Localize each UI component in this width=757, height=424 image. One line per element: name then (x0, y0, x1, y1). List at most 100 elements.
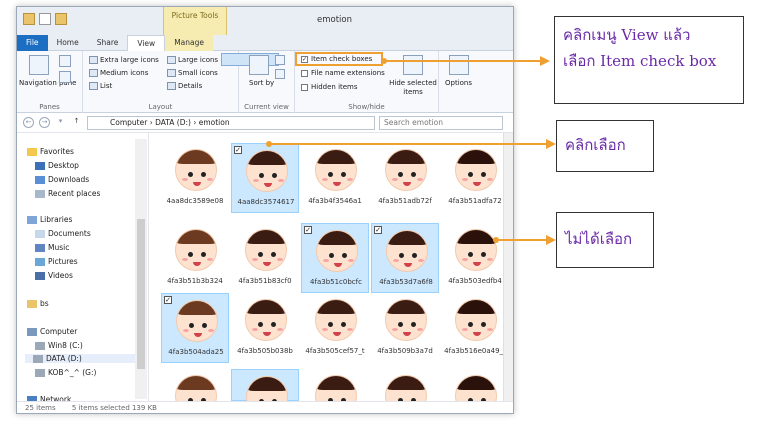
file-thumbnail[interactable]: 4fa3b51adfa72 (441, 143, 509, 213)
file-thumbnail[interactable] (301, 369, 369, 413)
file-thumbnail[interactable]: ✓ 4fa3b504ada25 (161, 293, 229, 363)
file-thumbnail[interactable] (231, 369, 299, 413)
emoticon-mouth (333, 182, 341, 186)
emoticon-blush (417, 328, 423, 331)
emoticon-mouth (264, 183, 272, 187)
file-name-label: 4aa8dc3589e08 (166, 197, 224, 205)
file-thumbnail[interactable]: 4fa3b4f3546a1 (301, 143, 369, 213)
nav-win8-drive[interactable]: Win8 (C:) (35, 341, 83, 350)
tab-file[interactable]: File (17, 35, 48, 51)
up-arrow-icon[interactable]: ↑ (71, 117, 82, 128)
nav-scrollbar[interactable] (135, 139, 147, 399)
desktop-icon (35, 162, 45, 170)
file-thumbnail[interactable]: ✓ 4aa8dc3574617 (231, 143, 299, 213)
nav-scrollbar-thumb[interactable] (137, 219, 145, 369)
emoticon-image (316, 230, 358, 272)
emoticon-eye (328, 172, 333, 177)
nav-bs[interactable]: bs (27, 299, 49, 308)
emoticon-eye (411, 322, 416, 327)
nav-favorites[interactable]: Favorites (27, 147, 74, 156)
emoticon-image (315, 299, 357, 341)
emoticon-hair (316, 300, 356, 314)
file-grid-scrollbar[interactable] (503, 133, 513, 401)
item-check-boxes-toggle[interactable]: ✓ Item check boxes (301, 55, 372, 63)
file-name-label: 4fa3b51b3b324 (167, 277, 223, 285)
new-folder-icon[interactable] (55, 13, 67, 25)
nav-computer[interactable]: Computer (27, 327, 77, 336)
item-checkbox[interactable]: ✓ (164, 296, 172, 304)
file-thumbnail[interactable] (371, 369, 439, 413)
nav-kob-drive[interactable]: KOB^_^ (G:) (35, 368, 96, 377)
tab-home[interactable]: Home (48, 35, 88, 51)
recent-chevron-icon[interactable]: ▾ (55, 117, 66, 128)
checkbox-icon (301, 69, 308, 77)
nav-documents[interactable]: Documents (35, 229, 91, 238)
nav-libraries[interactable]: Libraries (27, 215, 72, 224)
add-columns-icon[interactable] (275, 69, 285, 79)
emoticon-image (315, 149, 357, 191)
tab-manage[interactable]: Manage (165, 35, 213, 51)
emoticon-eye (188, 252, 193, 257)
layout-list[interactable]: List (89, 82, 112, 90)
nav-downloads[interactable]: Downloads (35, 175, 89, 184)
tab-view[interactable]: View (127, 35, 166, 51)
breadcrumb-emotion[interactable]: emotion (199, 118, 230, 127)
item-checkbox[interactable]: ✓ (374, 226, 382, 234)
file-thumbnail[interactable]: 4fa3b51adb72f (371, 143, 439, 213)
emoticon-eye (258, 252, 263, 257)
nav-desktop[interactable]: Desktop (35, 161, 79, 170)
layout-large-icons[interactable]: Large icons (167, 56, 218, 64)
callout-view-menu: คลิกเมนู View แล้ว เลือก Item check box (554, 16, 744, 104)
emoticon-blush (322, 328, 328, 331)
hidden-items-toggle[interactable]: Hidden items (301, 83, 358, 91)
layout-medium-icons[interactable]: Medium icons (89, 69, 148, 77)
tab-share[interactable]: Share (88, 35, 128, 51)
file-thumbnail[interactable]: 4aa8dc3589e08 (161, 143, 229, 213)
file-thumbnail[interactable]: ✓ 4fa3b51c0bcfc (301, 223, 369, 293)
file-thumbnail[interactable]: 4fa3b516e0a49_t (441, 293, 509, 363)
file-thumbnail[interactable] (441, 369, 509, 413)
file-thumbnail[interactable]: 4fa3b51b83cf0 (231, 223, 299, 293)
emoticon-eye (271, 322, 276, 327)
layout-extra-large-icons[interactable]: Extra large icons (89, 56, 159, 64)
file-thumbnail[interactable]: 4fa3b505cef57_t (301, 293, 369, 363)
forward-arrow-icon[interactable]: → (39, 117, 50, 128)
emoticon-blush (207, 258, 213, 261)
properties-icon[interactable] (39, 13, 51, 25)
emoticon-hair (247, 151, 287, 165)
group-by-icon[interactable] (275, 55, 285, 65)
nav-recent-places[interactable]: Recent places (35, 189, 100, 198)
nav-data-drive[interactable]: DATA (D:) (25, 354, 137, 363)
breadcrumb-computer[interactable]: Computer (110, 118, 147, 127)
options-button[interactable]: Options (445, 79, 472, 87)
emoticon-blush (322, 178, 328, 181)
nav-music[interactable]: Music (35, 243, 69, 252)
nav-pictures[interactable]: Pictures (35, 257, 78, 266)
sort-by-button[interactable]: Sort by (249, 79, 274, 87)
layout-small-icons[interactable]: Small icons (167, 69, 218, 77)
item-checkbox[interactable]: ✓ (304, 226, 312, 234)
emoticon-blush (392, 178, 398, 181)
emoticon-eye (481, 322, 486, 327)
file-thumbnail[interactable]: ✓ 4fa3b53d7a6f8 (371, 223, 439, 293)
layout-details[interactable]: Details (167, 82, 202, 90)
address-input[interactable]: Computer › DATA (D:) › emotion (87, 116, 375, 130)
search-input[interactable]: Search emotion (379, 116, 503, 130)
show-hide-group-label: Show/hide (348, 103, 385, 111)
file-thumbnail[interactable] (161, 369, 229, 413)
nav-videos[interactable]: Videos (35, 271, 73, 280)
details-pane-icon[interactable] (59, 71, 71, 83)
breadcrumb-data-drive[interactable]: DATA (D:) (155, 118, 191, 127)
videos-icon (35, 272, 45, 280)
file-thumbnail[interactable]: 4fa3b509b3a7d (371, 293, 439, 363)
file-name-extensions-toggle[interactable]: File name extensions (301, 69, 385, 77)
file-thumbnail[interactable]: 4fa3b503edfb4 (441, 223, 509, 293)
preview-pane-icon[interactable] (59, 55, 71, 67)
back-arrow-icon[interactable]: ← (23, 117, 34, 128)
hide-selected-items-button[interactable]: Hide selected items (389, 79, 437, 97)
file-thumbnail[interactable]: 4fa3b505b038b (231, 293, 299, 363)
file-thumbnail[interactable]: 4fa3b51b3b324 (161, 223, 229, 293)
folder-icon[interactable] (23, 13, 35, 25)
arrow-head-click (546, 139, 556, 149)
item-checkbox[interactable]: ✓ (234, 146, 242, 154)
